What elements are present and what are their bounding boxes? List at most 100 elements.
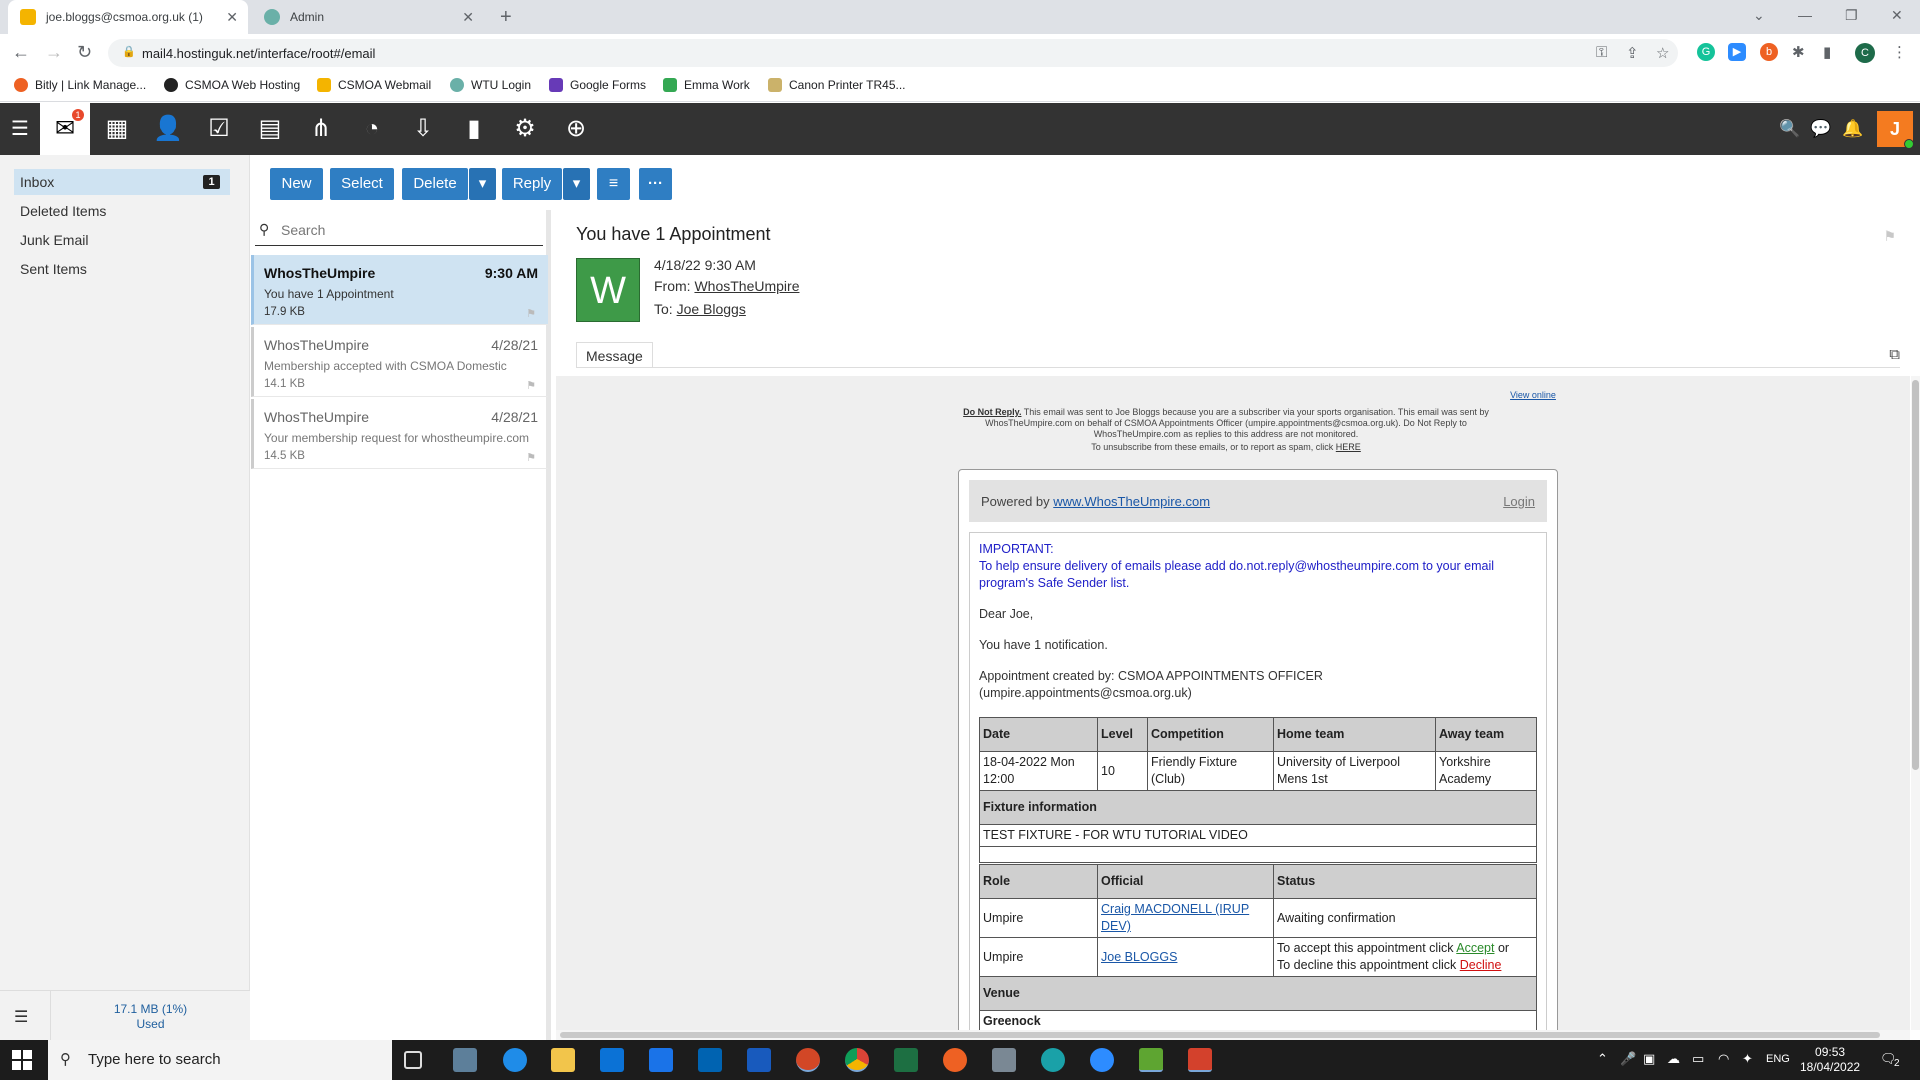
- to-link[interactable]: Joe Bloggs: [677, 301, 746, 317]
- reload-icon[interactable]: ↻: [77, 42, 92, 63]
- grammarly-extension-icon[interactable]: G: [1697, 43, 1715, 61]
- flag-icon[interactable]: ⚑: [526, 307, 536, 320]
- bookmark-star-icon[interactable]: ☆: [1656, 44, 1669, 62]
- microphone-icon[interactable]: 🎤: [1620, 1051, 1636, 1067]
- key-icon[interactable]: ⚿: [1596, 44, 1607, 61]
- vertical-scrollbar-thumb[interactable]: [1912, 380, 1919, 770]
- bitly-app-icon[interactable]: [943, 1048, 967, 1072]
- reply-dropdown-button[interactable]: ▾: [563, 168, 590, 200]
- unsubscribe-here-link[interactable]: HERE: [1336, 442, 1361, 452]
- new-tab-icon[interactable]: +: [500, 6, 512, 29]
- decline-link[interactable]: Decline: [1460, 958, 1502, 972]
- forward-icon[interactable]: →: [45, 42, 63, 63]
- delete-button[interactable]: Delete: [402, 168, 468, 200]
- zoom-extension-icon[interactable]: ▶: [1728, 43, 1746, 61]
- settings-icon[interactable]: ⚙: [500, 103, 550, 155]
- list-icon[interactable]: ☰: [14, 1007, 28, 1027]
- chrome-app-icon[interactable]: [845, 1048, 869, 1072]
- windows-start-icon[interactable]: [12, 1050, 32, 1070]
- profile-avatar[interactable]: C: [1855, 43, 1875, 63]
- bookmark-wtu-login[interactable]: WTU Login: [450, 78, 531, 92]
- tray-overflow-icon[interactable]: ⌃: [1597, 1051, 1608, 1067]
- menu-icon[interactable]: ☰: [0, 103, 40, 155]
- chat-icon[interactable]: 💬: [1810, 103, 1831, 155]
- photos-app-icon[interactable]: [453, 1048, 477, 1072]
- extensions-puzzle-icon[interactable]: ✱: [1792, 43, 1805, 61]
- more-options-button[interactable]: ···: [639, 168, 672, 200]
- zoom-app-icon[interactable]: [1090, 1048, 1114, 1072]
- close-tab-icon[interactable]: ✕: [462, 9, 474, 26]
- calculator-app-icon[interactable]: [992, 1048, 1016, 1072]
- notes-icon[interactable]: ▤: [245, 103, 295, 155]
- rss-icon[interactable]: ◔: [347, 103, 397, 155]
- camtasia-green-app-icon[interactable]: [1139, 1048, 1163, 1072]
- calendar-app-icon[interactable]: [649, 1048, 673, 1072]
- message-item[interactable]: WhosTheUmpire 4/28/21 Membership accepte…: [251, 327, 548, 397]
- mail-app-icon[interactable]: [600, 1048, 624, 1072]
- edge-app-icon[interactable]: [1041, 1048, 1065, 1072]
- minimize-icon[interactable]: —: [1798, 7, 1812, 23]
- restore-icon[interactable]: ❐: [1845, 7, 1858, 24]
- bookmark-canon-printer[interactable]: Canon Printer TR45...: [768, 78, 906, 92]
- url-text[interactable]: mail4.hostinguk.net/interface/root#/emai…: [142, 46, 375, 61]
- share-icon[interactable]: ⇪: [1626, 44, 1639, 62]
- tab-search-chevron-icon[interactable]: ⌄: [1753, 7, 1765, 24]
- excel-app-icon[interactable]: [894, 1048, 918, 1072]
- flag-icon[interactable]: ⚑: [526, 379, 536, 392]
- bookmark-csmoa-webmail[interactable]: CSMOA Webmail: [317, 78, 431, 92]
- message-item[interactable]: WhosTheUmpire 9:30 AM You have 1 Appoint…: [251, 255, 548, 325]
- delete-dropdown-button[interactable]: ▾: [469, 168, 496, 200]
- powerpoint-app-icon[interactable]: [796, 1048, 820, 1072]
- bookmark-bitly[interactable]: Bitly | Link Manage...: [14, 78, 146, 92]
- folder-deleted-items[interactable]: Deleted Items: [14, 198, 230, 224]
- back-icon[interactable]: ←: [12, 42, 30, 63]
- flag-icon[interactable]: ⚑: [526, 451, 536, 464]
- bitly-extension-icon[interactable]: b: [1760, 43, 1778, 61]
- taskbar-clock[interactable]: 09:53 18/04/2022: [1800, 1045, 1860, 1075]
- flag-icon[interactable]: ⚑: [1883, 228, 1896, 245]
- sitemap-icon[interactable]: ⋔: [296, 103, 346, 155]
- safari-app-icon[interactable]: [503, 1048, 527, 1072]
- sort-button[interactable]: ≡: [597, 168, 630, 200]
- tab-message[interactable]: Message: [576, 342, 653, 368]
- calendar-icon[interactable]: ▦: [92, 103, 142, 155]
- browser-menu-icon[interactable]: ⋮: [1892, 43, 1907, 61]
- search-input[interactable]: ⚲ Search: [255, 214, 543, 246]
- contacts-icon[interactable]: 👤: [143, 103, 193, 155]
- bookmark-emma-work[interactable]: Emma Work: [663, 78, 750, 92]
- chart-icon[interactable]: ▮: [449, 103, 499, 155]
- tab-admin[interactable]: Admin ✕: [252, 0, 484, 34]
- message-item[interactable]: WhosTheUmpire 4/28/21 Your membership re…: [251, 399, 548, 469]
- close-window-icon[interactable]: ✕: [1891, 7, 1903, 24]
- bookmark-google-forms[interactable]: Google Forms: [549, 78, 646, 92]
- from-link[interactable]: WhosTheUmpire: [694, 278, 799, 294]
- tab-mail[interactable]: joe.bloggs@csmoa.org.uk (1) ✕: [8, 0, 248, 34]
- whostheumpire-link[interactable]: www.WhosTheUmpire.com: [1053, 494, 1210, 509]
- device-icon[interactable]: ▣: [1643, 1051, 1655, 1067]
- folder-junk-email[interactable]: Junk Email: [14, 227, 230, 253]
- view-online-link[interactable]: View online: [1503, 390, 1563, 401]
- word-app-icon[interactable]: [747, 1048, 771, 1072]
- taskbar-search-input[interactable]: ⚲ Type here to search: [48, 1040, 392, 1080]
- tasks-icon[interactable]: ☑: [194, 103, 244, 155]
- select-button[interactable]: Select: [330, 168, 394, 200]
- search-icon[interactable]: 🔍: [1779, 103, 1800, 155]
- add-icon[interactable]: ⊕: [551, 103, 601, 155]
- official-link[interactable]: Craig MACDONELL (IRUP DEV): [1101, 902, 1249, 933]
- official-link[interactable]: Joe BLOGGS: [1101, 950, 1177, 964]
- download-icon[interactable]: ⇩: [398, 103, 448, 155]
- accept-link[interactable]: Accept: [1456, 941, 1494, 955]
- battery-icon[interactable]: ▭: [1692, 1051, 1704, 1067]
- onedrive-icon[interactable]: ☁: [1667, 1051, 1680, 1067]
- address-bar[interactable]: 🔒 mail4.hostinguk.net/interface/root#/em…: [108, 39, 1678, 67]
- login-link[interactable]: Login: [1503, 494, 1535, 509]
- horizontal-scrollbar-thumb[interactable]: [560, 1032, 1880, 1038]
- reply-button[interactable]: Reply: [502, 168, 562, 200]
- task-view-icon[interactable]: [404, 1051, 422, 1069]
- popout-icon[interactable]: ⧉: [1889, 346, 1900, 363]
- folder-sent-items[interactable]: Sent Items: [14, 256, 230, 282]
- new-button[interactable]: New: [270, 168, 323, 200]
- close-tab-icon[interactable]: ✕: [226, 9, 238, 26]
- store-app-icon[interactable]: [698, 1048, 722, 1072]
- bookmark-csmoa-web-hosting[interactable]: CSMOA Web Hosting: [164, 78, 300, 92]
